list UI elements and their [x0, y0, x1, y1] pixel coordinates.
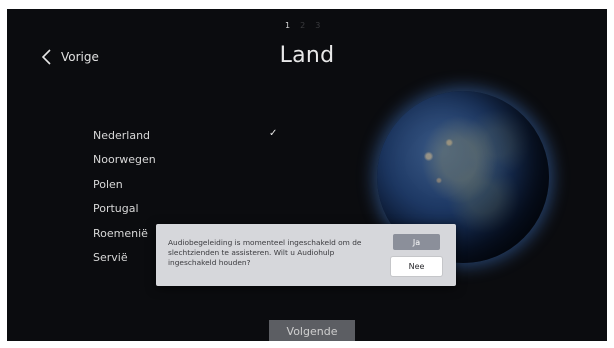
- country-label: Portugal: [93, 202, 139, 216]
- dialog-message: Audiobegeleiding is momenteel ingeschake…: [168, 238, 362, 267]
- country-item-polen[interactable]: Polen: [93, 172, 293, 197]
- country-label: Noorwegen: [93, 153, 156, 167]
- country-label: Polen: [93, 177, 123, 191]
- country-label: Servië: [93, 251, 128, 265]
- checkmark-icon: ✓: [269, 128, 278, 139]
- no-button[interactable]: Nee: [391, 257, 442, 276]
- tv-screen: Vorige 1 2 3 Land Nederland ✓ Noorwegen …: [7, 9, 607, 341]
- next-button[interactable]: Volgende: [269, 320, 355, 341]
- country-item-nederland[interactable]: Nederland ✓: [93, 123, 293, 148]
- country-item-noorwegen[interactable]: Noorwegen: [93, 148, 293, 173]
- back-button[interactable]: Vorige: [42, 49, 99, 65]
- back-label: Vorige: [61, 50, 99, 64]
- step-3: 3: [315, 21, 321, 30]
- page-title: Land: [279, 43, 335, 68]
- step-indicator: 1 2 3: [285, 21, 320, 30]
- country-item-portugal[interactable]: Portugal: [93, 197, 293, 222]
- yes-button[interactable]: Ja: [393, 234, 440, 250]
- country-label: Nederland: [93, 128, 151, 142]
- step-1: 1: [285, 21, 291, 30]
- step-2: 2: [300, 21, 306, 30]
- chevron-left-icon: [42, 49, 51, 65]
- country-label: Roemenië: [93, 226, 148, 240]
- audio-guidance-dialog: Audiobegeleiding is momenteel ingeschake…: [156, 224, 456, 286]
